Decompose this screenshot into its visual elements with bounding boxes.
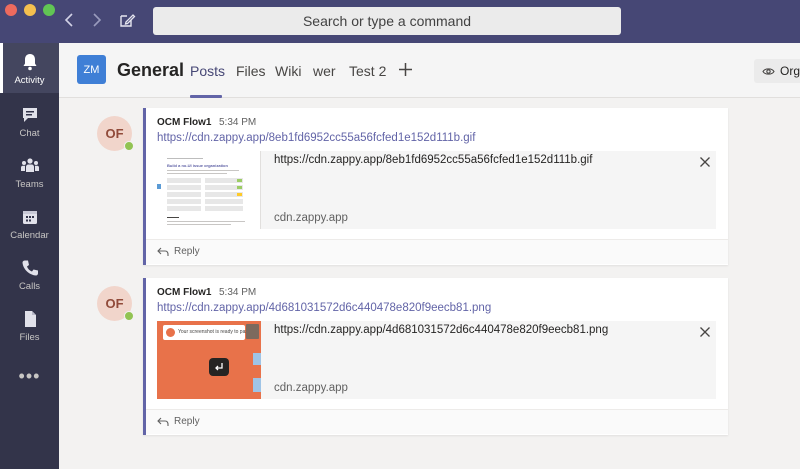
- preview-thumbnail: Your screenshot is ready to paste: [157, 321, 261, 399]
- calendar-icon: [22, 211, 37, 224]
- channel-header: ZM General Posts Files Wiki wer Test 2 O…: [59, 43, 800, 98]
- avatar-initials: OF: [105, 126, 124, 141]
- tab-posts[interactable]: Posts: [190, 63, 225, 79]
- reply-button[interactable]: Reply: [146, 409, 728, 434]
- minimize-window-button[interactable]: [24, 4, 36, 16]
- eye-icon: [762, 67, 775, 75]
- tab-wer[interactable]: wer: [313, 63, 336, 79]
- add-tab-icon[interactable]: [397, 61, 414, 78]
- close-icon[interactable]: [699, 326, 711, 338]
- presence-available-icon: [124, 311, 134, 321]
- preview-domain: cdn.zappy.app: [274, 382, 348, 394]
- message-author[interactable]: OCM Flow1: [157, 117, 211, 128]
- rail-label: Activity: [14, 75, 45, 86]
- reply-arrow-icon: [157, 247, 169, 256]
- tab-test-2[interactable]: Test 2: [349, 63, 386, 79]
- chat-icon: [22, 108, 37, 122]
- search-input[interactable]: Search or type a command: [153, 7, 621, 35]
- author-avatar[interactable]: OF: [97, 286, 134, 321]
- reply-label: Reply: [174, 416, 200, 427]
- compose-icon[interactable]: [118, 11, 136, 29]
- search-placeholder: Search or type a command: [302, 13, 472, 29]
- rail-item-chat[interactable]: Chat: [0, 96, 59, 146]
- thumbnail-heading: Build a no-UI issue organization: [167, 163, 228, 168]
- teams-icon: [20, 158, 39, 172]
- preview-thumbnail: Build a no-UI issue organization: [157, 151, 261, 229]
- avatar-initials: OF: [105, 296, 124, 311]
- active-tab-indicator: [190, 95, 222, 98]
- reply-button[interactable]: Reply: [146, 239, 728, 264]
- notification-text: Your screenshot is ready to paste: [178, 329, 253, 335]
- org-button[interactable]: Org: [754, 59, 800, 83]
- phone-icon: [22, 260, 38, 276]
- preview-title[interactable]: https://cdn.zappy.app/4d681031572d6c4404…: [274, 324, 608, 336]
- back-arrow-icon[interactable]: [60, 10, 80, 30]
- bell-icon: [23, 54, 36, 71]
- return-key-icon: [209, 358, 229, 376]
- forward-arrow-icon[interactable]: [86, 10, 106, 30]
- channel-title: General: [117, 60, 185, 80]
- rail-item-teams[interactable]: Teams: [0, 147, 59, 197]
- file-icon: [24, 311, 36, 327]
- title-bar: Search or type a command: [0, 0, 800, 43]
- more-apps-button[interactable]: •••: [0, 366, 59, 387]
- rail-label: Calls: [18, 281, 41, 292]
- rail-label: Files: [19, 332, 40, 343]
- preview-title[interactable]: https://cdn.zappy.app/8eb1fd6952cc55a56f…: [274, 154, 592, 166]
- tab-files[interactable]: Files: [236, 63, 266, 79]
- close-icon[interactable]: [699, 156, 711, 168]
- zoom-window-button[interactable]: [43, 4, 55, 16]
- message-time: 5:34 PM: [219, 287, 257, 298]
- presence-available-icon: [124, 141, 134, 151]
- rail-label: Chat: [19, 128, 40, 139]
- link-preview-card[interactable]: Build a no-UI issue organization https:/…: [157, 151, 716, 229]
- rail-item-calls[interactable]: Calls: [0, 249, 59, 299]
- message-link[interactable]: https://cdn.zappy.app/4d681031572d6c4404…: [157, 302, 491, 314]
- rail-label: Calendar: [10, 230, 49, 241]
- rail-item-files[interactable]: Files: [0, 300, 59, 350]
- message-author[interactable]: OCM Flow1: [157, 287, 211, 298]
- app-rail: Activity Chat Teams Calendar Calls Files…: [0, 43, 59, 469]
- message-card: OCM Flow1 5:34 PM https://cdn.zappy.app/…: [143, 278, 728, 435]
- close-window-button[interactable]: [5, 4, 17, 16]
- author-avatar[interactable]: OF: [97, 116, 134, 151]
- preview-domain: cdn.zappy.app: [274, 212, 348, 224]
- rail-item-activity[interactable]: Activity: [0, 43, 59, 93]
- rail-label: Teams: [15, 179, 44, 190]
- message-link[interactable]: https://cdn.zappy.app/8eb1fd6952cc55a56f…: [157, 132, 475, 144]
- team-avatar[interactable]: ZM: [77, 55, 106, 84]
- tab-wiki[interactable]: Wiki: [275, 63, 301, 79]
- link-preview-card[interactable]: Your screenshot is ready to paste https:…: [157, 321, 716, 399]
- notification-toast: Your screenshot is ready to paste: [163, 325, 252, 340]
- message-card: OCM Flow1 5:34 PM https://cdn.zappy.app/…: [143, 108, 728, 265]
- reply-label: Reply: [174, 246, 200, 257]
- reply-arrow-icon: [157, 417, 169, 426]
- rail-item-calendar[interactable]: Calendar: [0, 198, 59, 248]
- message-time: 5:34 PM: [219, 117, 257, 128]
- org-label: Org: [780, 64, 800, 78]
